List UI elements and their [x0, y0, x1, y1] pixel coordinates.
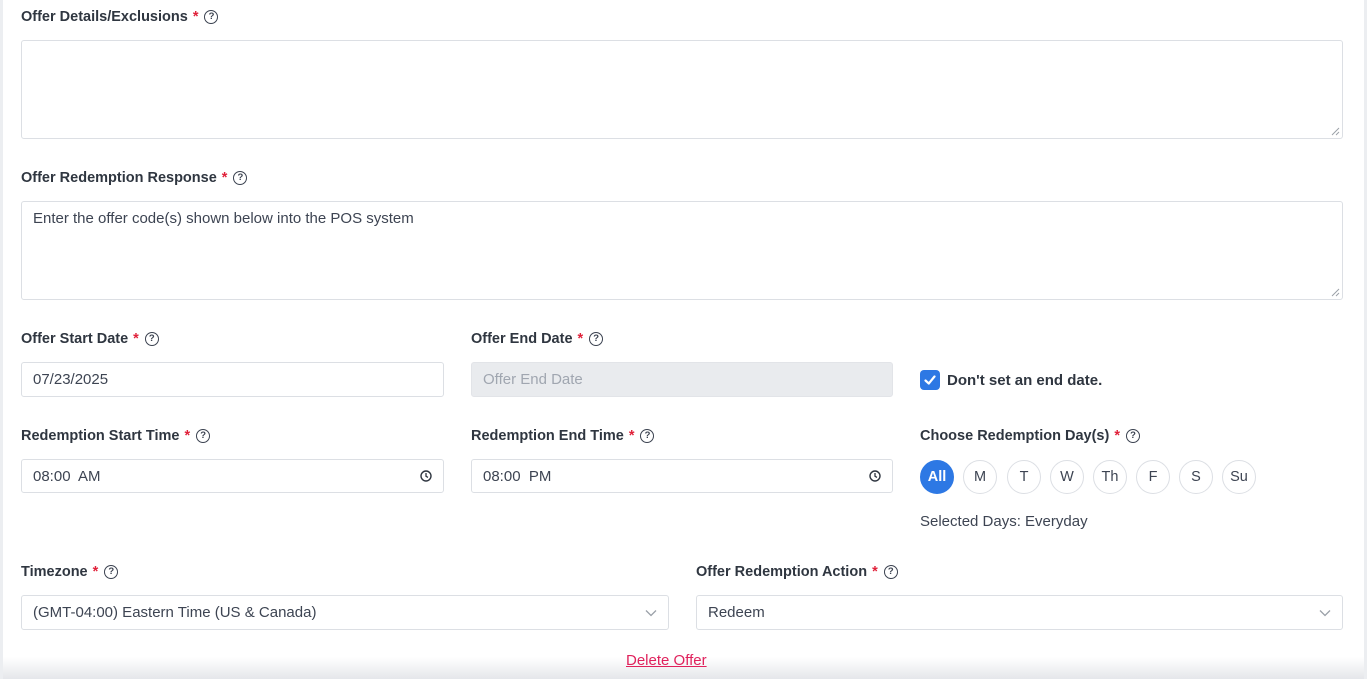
end-time-input[interactable]: 08:00 PM [471, 459, 893, 493]
day-button-saturday[interactable]: S [1179, 460, 1213, 494]
day-button-sunday[interactable]: Su [1222, 460, 1256, 494]
required-marker: * [1114, 428, 1120, 444]
offer-details-textarea[interactable] [21, 40, 1343, 139]
redemption-days-label: Choose Redemption Day(s) * ? [920, 428, 1140, 444]
help-icon[interactable]: ? [104, 565, 119, 579]
day-button-friday[interactable]: F [1136, 460, 1170, 494]
clock-icon[interactable] [869, 470, 881, 482]
timezone-select[interactable]: (GMT-04:00) Eastern Time (US & Canada) [21, 595, 669, 630]
required-marker: * [577, 331, 584, 347]
timezone-label: Timezone * ? [21, 564, 119, 580]
day-button-tuesday[interactable]: T [1007, 460, 1041, 494]
selected-days-summary: Selected Days: Everyday [920, 513, 1088, 530]
help-icon[interactable]: ? [204, 10, 219, 24]
day-button-all[interactable]: All [920, 460, 954, 494]
required-marker: * [184, 428, 191, 444]
help-icon[interactable]: ? [1126, 429, 1140, 443]
start-time-input[interactable]: 08:00 AM [21, 459, 444, 493]
chevron-down-icon [1319, 609, 1331, 616]
offer-form-card: Offer Details/Exclusions * ? Offer Redem… [3, 0, 1364, 679]
delete-offer-link[interactable]: Delete Offer [626, 652, 707, 669]
required-marker: * [628, 428, 635, 444]
help-icon[interactable]: ? [640, 429, 655, 443]
required-marker: * [872, 564, 878, 580]
redemption-action-label: Offer Redemption Action * ? [696, 564, 898, 580]
required-marker: * [192, 9, 199, 25]
no-end-date-checkbox-row[interactable]: Don't set an end date. [920, 370, 1102, 390]
start-date-label: Offer Start Date * ? [21, 331, 159, 347]
day-button-wednesday[interactable]: W [1050, 460, 1084, 494]
checkmark-icon [924, 375, 936, 385]
required-marker: * [133, 331, 139, 347]
chevron-down-icon [645, 609, 657, 616]
help-icon[interactable]: ? [144, 332, 159, 346]
help-icon[interactable]: ? [233, 171, 248, 185]
end-time-label: Redemption End Time * ? [471, 428, 655, 444]
help-icon[interactable]: ? [883, 565, 898, 579]
clock-icon[interactable] [420, 470, 432, 482]
required-marker: * [221, 170, 228, 186]
day-button-monday[interactable]: M [963, 460, 997, 494]
required-marker: * [92, 564, 99, 580]
redemption-action-select[interactable]: Redeem [696, 595, 1343, 630]
redemption-response-textarea[interactable]: Enter the offer code(s) shown below into… [21, 201, 1343, 300]
offer-details-label: Offer Details/Exclusions * ? [21, 9, 219, 25]
help-icon[interactable]: ? [589, 332, 604, 346]
no-end-date-checkbox[interactable] [920, 370, 940, 390]
resize-handle-icon[interactable] [1331, 288, 1340, 297]
help-icon[interactable]: ? [196, 429, 211, 443]
end-date-input[interactable]: Offer End Date [471, 362, 893, 397]
day-button-thursday[interactable]: Th [1093, 460, 1127, 494]
redemption-response-label: Offer Redemption Response * ? [21, 170, 248, 186]
end-date-label: Offer End Date * ? [471, 331, 604, 347]
start-time-label: Redemption Start Time * ? [21, 428, 211, 444]
resize-handle-icon[interactable] [1331, 127, 1340, 136]
no-end-date-label: Don't set an end date. [947, 371, 1103, 389]
start-date-input[interactable]: 07/23/2025 [21, 362, 444, 397]
